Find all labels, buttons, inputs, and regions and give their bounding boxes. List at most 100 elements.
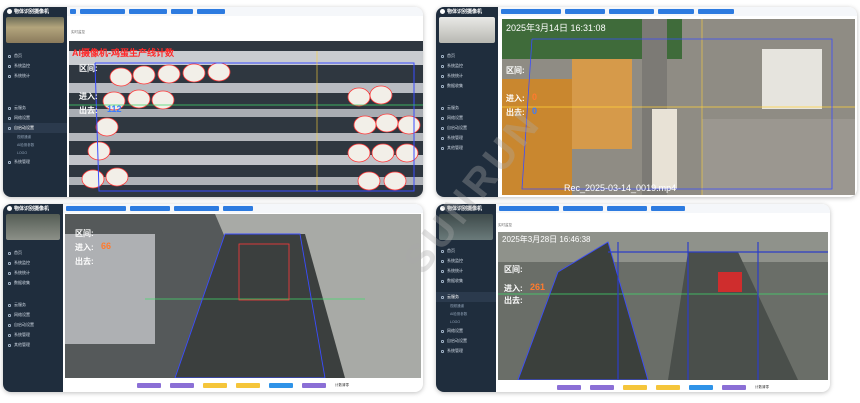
control-button[interactable] <box>236 382 260 388</box>
subnav-ai-params[interactable]: AI检测参数 <box>3 141 67 149</box>
status-chip <box>609 9 654 14</box>
control-button[interactable] <box>302 382 326 388</box>
control-buttons: 计数清零 <box>65 381 421 389</box>
control-button[interactable] <box>203 382 227 388</box>
nav-item-data[interactable]: 数据收集 <box>3 278 63 288</box>
status-chip <box>197 9 225 14</box>
status-chip <box>607 206 647 211</box>
status-bar <box>496 204 830 213</box>
status-chip <box>698 9 734 14</box>
nav-item-stats[interactable]: 系统统计 <box>3 71 67 81</box>
zone-label: 区间: <box>79 64 98 73</box>
nav-item-autostart[interactable]: 自启动设置 <box>436 336 496 346</box>
control-button[interactable] <box>137 382 161 388</box>
nav-item-network[interactable]: 网络设置 <box>436 113 498 123</box>
subnav-logo[interactable]: LOGO <box>3 149 67 157</box>
status-chip <box>80 9 125 14</box>
in-count-label: 进入: <box>504 284 523 293</box>
timestamp: 2025年3月28日 16:46:38 <box>502 235 591 244</box>
video-feed[interactable]: 2025年3月28日 16:46:38 区间: 进入: 261 出去: <box>498 232 828 380</box>
nav-item-autostart[interactable]: 自启动设置 <box>3 320 63 330</box>
nav-item-system[interactable]: 系统管理 <box>3 157 67 167</box>
chart-icon <box>8 271 11 275</box>
control-button[interactable] <box>722 384 746 390</box>
camera-thumbnail[interactable] <box>439 17 495 43</box>
camera-thumbnail[interactable] <box>6 17 64 43</box>
power-icon <box>8 126 11 130</box>
camera-thumbnail[interactable] <box>6 214 60 240</box>
status-chip <box>129 9 167 14</box>
power-icon <box>441 126 444 130</box>
recording-filename: Rec_2025-03-14_0019.mp4 <box>564 183 677 193</box>
subnav-logo[interactable]: LOGO <box>436 318 496 326</box>
home-icon <box>8 54 11 58</box>
subnav-video-channel[interactable]: 视频通道 <box>436 302 496 310</box>
status-chip <box>171 9 193 14</box>
nav-item-autostart[interactable]: 自启动设置 <box>3 123 67 133</box>
control-button[interactable] <box>689 384 713 390</box>
in-count-value: 0 <box>532 92 538 102</box>
nav-item-cloud[interactable]: 云服务 <box>436 103 498 113</box>
overlay-title: AI摄像机-鸡蛋生产线计数 <box>72 48 174 58</box>
nav-item-monitor[interactable]: 系统监控 <box>3 258 63 268</box>
nav-item-system[interactable]: 系统管理 <box>436 346 496 356</box>
nav-item-autostart[interactable]: 自启动设置 <box>436 123 498 133</box>
video-feed[interactable]: AI摄像机-鸡蛋生产线计数 区间: 进入: 出去: 112 <box>69 41 423 197</box>
video-overlay <box>502 19 855 195</box>
nav-item-stats[interactable]: 系统统计 <box>436 266 496 276</box>
status-chip <box>563 206 603 211</box>
chart-icon <box>441 269 444 273</box>
app-logo: 物体识别摄像机 <box>436 7 498 15</box>
zone-label: 区间: <box>75 229 94 238</box>
control-button[interactable] <box>269 382 293 388</box>
nav-item-network[interactable]: 网络设置 <box>3 113 67 123</box>
panel-bottom-left: 物体识别摄像机 首页 系统监控 系统统计 数据收集 云服务 网络设置 自启动设置… <box>3 204 423 392</box>
home-icon <box>8 251 11 255</box>
nav-item-stats[interactable]: 系统统计 <box>436 71 498 81</box>
cloud-icon <box>8 303 11 307</box>
out-count-label: 出去: <box>79 106 98 115</box>
control-button[interactable] <box>590 384 614 390</box>
out-count-label: 出去: <box>504 296 523 305</box>
subnav-ai-params[interactable]: AI检测参数 <box>436 310 496 318</box>
nav-item-data[interactable]: 数据收集 <box>436 81 498 91</box>
zone-label: 区间: <box>506 66 525 75</box>
nav-item-cloud[interactable]: 云服务 <box>436 292 496 302</box>
nav-item-monitor[interactable]: 系统监控 <box>3 61 67 71</box>
control-button[interactable] <box>170 382 194 388</box>
nav-item-home[interactable]: 首页 <box>3 248 63 258</box>
gear-icon <box>8 333 11 337</box>
out-count-label: 出去: <box>75 257 94 266</box>
nav-item-cloud[interactable]: 云服务 <box>3 103 67 113</box>
nav-item-monitor[interactable]: 系统监控 <box>436 61 498 71</box>
control-button[interactable] <box>557 384 581 390</box>
breadcrumb: 实时监控 <box>71 30 85 34</box>
nav-item-network[interactable]: 网络设置 <box>3 310 63 320</box>
chart-icon <box>8 74 11 78</box>
nav-item-stats[interactable]: 系统统计 <box>3 268 63 278</box>
network-icon <box>8 313 11 317</box>
nav-item-system[interactable]: 系统管理 <box>3 330 63 340</box>
subnav-video-channel[interactable]: 视频通道 <box>3 133 67 141</box>
nav-item-home[interactable]: 首页 <box>3 51 67 61</box>
settings-icon <box>8 343 11 347</box>
nav-item-other[interactable]: 其他管理 <box>3 340 63 350</box>
gear-icon <box>441 349 444 353</box>
reset-count-button[interactable]: 计数清零 <box>755 385 769 390</box>
video-feed[interactable]: 区间: 进入: 66 出去: <box>65 214 421 378</box>
status-chip <box>130 206 170 211</box>
nav-item-network[interactable]: 网络设置 <box>436 326 496 336</box>
panel-top-left: 物体识别摄像机 首页 系统监控 系统统计 云服务 网络设置 自启动设置 视频通道… <box>3 7 423 197</box>
sidebar: 物体识别摄像机 首页 系统监控 系统统计 数据收集 云服务 网络设置 自启动设置… <box>3 204 63 392</box>
nav-item-cloud[interactable]: 云服务 <box>3 300 63 310</box>
reset-count-button[interactable]: 计数清零 <box>335 383 349 388</box>
camera-icon <box>440 8 445 14</box>
control-button[interactable] <box>623 384 647 390</box>
camera-icon <box>7 205 12 211</box>
control-button[interactable] <box>656 384 680 390</box>
status-chip <box>658 9 694 14</box>
video-feed[interactable]: 2025年3月14日 16:31:08 区间: 进入: 0 出去: 0 Rec_… <box>502 19 855 195</box>
nav-item-home[interactable]: 首页 <box>436 51 498 61</box>
database-icon <box>441 84 444 88</box>
nav-item-data[interactable]: 数据收集 <box>436 276 496 286</box>
